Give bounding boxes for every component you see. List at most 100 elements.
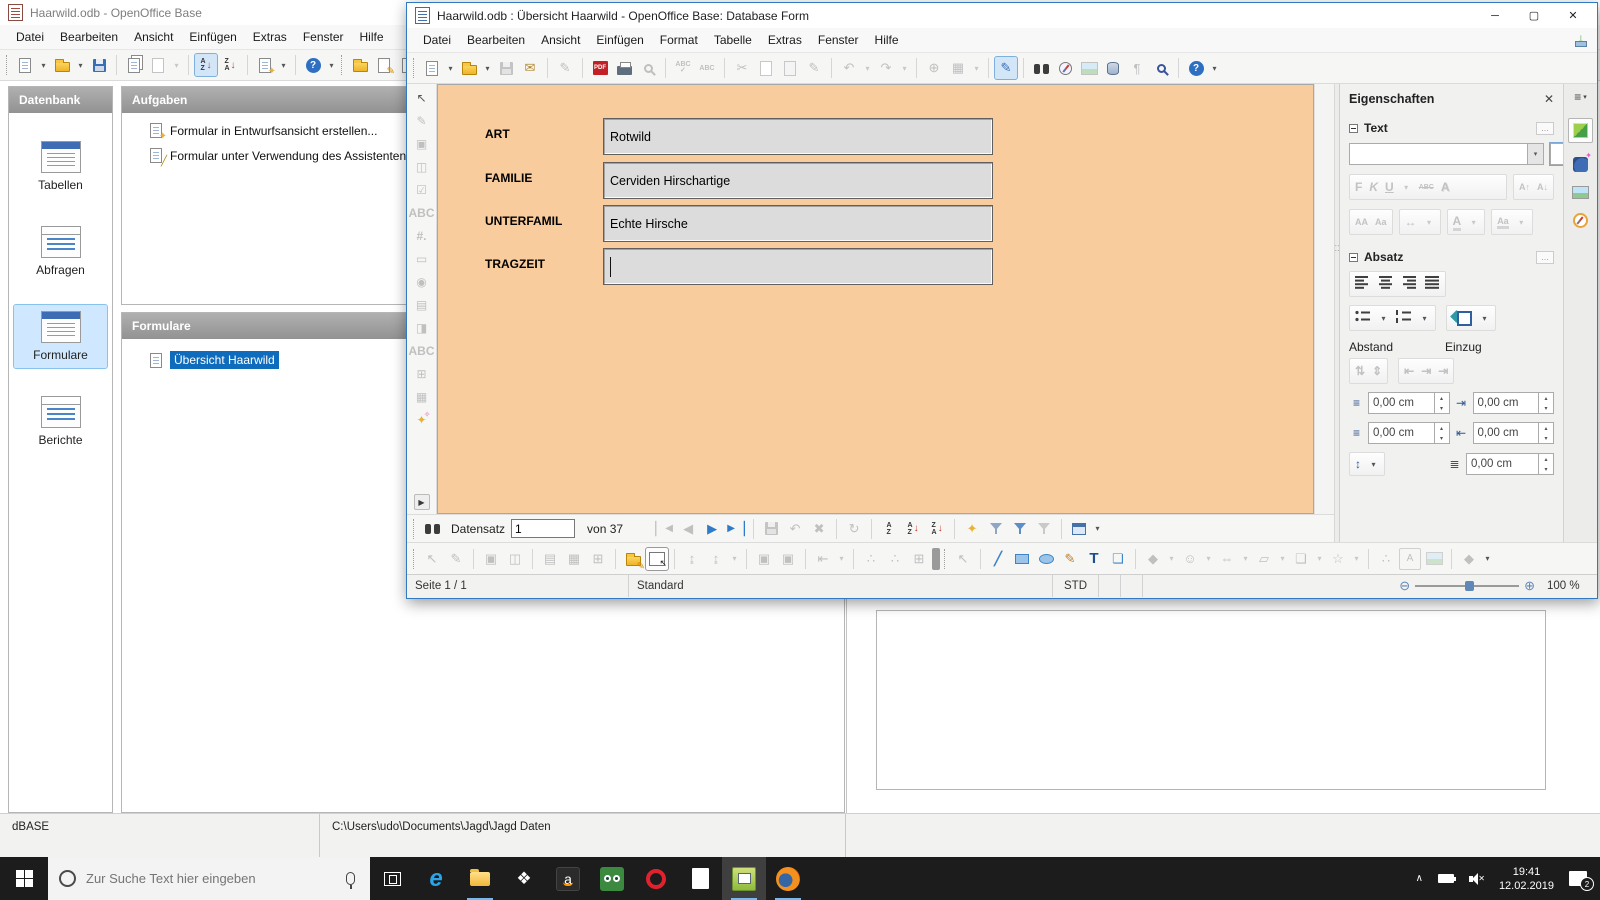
fw-navigator-icon[interactable] <box>1054 57 1076 79</box>
sidebar-menu-icon[interactable]: ≡▾ <box>1574 90 1587 104</box>
form-menu-format[interactable]: Format <box>652 30 706 50</box>
fw-datasources-icon[interactable] <box>1102 57 1124 79</box>
toolbar-dark-handle[interactable] <box>932 548 940 570</box>
open-dropdown[interactable]: ▾ <box>75 54 86 76</box>
toolbar-grip2[interactable] <box>341 55 342 75</box>
properties-close-icon[interactable]: ✕ <box>1544 92 1554 106</box>
below-spacing-spinner[interactable]: 0,00 cm▴▾ <box>1368 422 1450 444</box>
font-size-combobox[interactable]: ▾ <box>1550 143 1563 165</box>
align-right-icon[interactable] <box>1401 276 1417 292</box>
toolbar-scroll-arrow[interactable]: ▶ <box>414 494 430 510</box>
line-spacing-group[interactable]: ↕ ▾ <box>1349 452 1385 476</box>
new-dropdown[interactable]: ▾ <box>38 54 49 76</box>
draw-text-icon[interactable]: T <box>1083 548 1105 570</box>
menu-ansicht[interactable]: Ansicht <box>126 27 181 47</box>
drawbar-grip[interactable] <box>944 549 945 569</box>
form-menu-hilfe[interactable]: Hilfe <box>867 30 907 50</box>
fw-open-dropdown[interactable]: ▾ <box>482 57 493 79</box>
recordbar-grip[interactable] <box>413 519 414 539</box>
fw-email-icon[interactable]: ✉ <box>519 57 541 79</box>
last-record-icon[interactable]: ▶▕ <box>725 518 747 540</box>
sort-dialog-icon[interactable]: AZ <box>878 518 900 540</box>
zoom-slider-thumb[interactable] <box>1465 581 1474 591</box>
sidebar-item-tabellen[interactable]: Tabellen <box>9 135 112 198</box>
text-more-options[interactable]: … <box>1536 122 1554 135</box>
menu-extras[interactable]: Extras <box>245 27 295 47</box>
fw-new-dropdown[interactable]: ▾ <box>445 57 456 79</box>
sort-descending-record-icon[interactable]: ZA↓ <box>926 518 948 540</box>
zoom-out-icon[interactable]: ⊖ <box>1399 578 1410 594</box>
fw-help-icon[interactable]: ? <box>1185 57 1207 79</box>
fw-find-replace-icon[interactable] <box>1030 57 1052 79</box>
tab-properties[interactable] <box>1568 118 1593 143</box>
copy-icon[interactable] <box>123 54 145 76</box>
field-input-art[interactable]: Rotwild <box>603 118 993 155</box>
font-name-input[interactable] <box>1350 144 1527 164</box>
sort-ascending-icon[interactable]: AZ↓ <box>195 54 217 76</box>
save-icon[interactable] <box>88 54 110 76</box>
canvas-vertical-scrollbar[interactable] <box>1314 84 1334 514</box>
align-justify-icon[interactable] <box>1424 276 1440 292</box>
fw-zoom-icon[interactable] <box>1150 57 1172 79</box>
taskbar-app-edge[interactable]: e <box>414 857 458 900</box>
form-menu-bearbeiten[interactable]: Bearbeiten <box>459 30 533 50</box>
bullet-list-icon[interactable] <box>1355 310 1371 326</box>
form-menu-extras[interactable]: Extras <box>760 30 810 50</box>
task-view-button[interactable] <box>370 857 414 900</box>
battery-icon[interactable] <box>1438 874 1454 883</box>
form-menu-datei[interactable]: Datei <box>415 30 459 50</box>
tray-chevron-icon[interactable]: ∧ <box>1416 873 1423 884</box>
new-database-object-icon[interactable] <box>14 54 36 76</box>
help-icon[interactable]: ? <box>302 54 324 76</box>
field-input-unterfamil[interactable]: Echte Hirsche <box>603 205 993 242</box>
taskbar-app-firefox[interactable] <box>766 857 810 900</box>
recordbar-overflow[interactable]: ▾ <box>1092 518 1103 540</box>
menu-bearbeiten[interactable]: Bearbeiten <box>52 27 126 47</box>
form-menu-einfuegen[interactable]: Einfügen <box>588 30 651 50</box>
font-size-input[interactable] <box>1551 144 1563 164</box>
form-canvas[interactable]: ART Rotwild FAMILIE Cerviden Hirschartig… <box>437 84 1314 514</box>
form-menu-tabelle[interactable]: Tabelle <box>706 30 760 50</box>
tab-gallery[interactable] <box>1572 186 1589 199</box>
apply-filter-icon[interactable] <box>985 518 1007 540</box>
taskbar-app-explorer[interactable] <box>458 857 502 900</box>
collapse-text-icon[interactable] <box>1349 124 1358 133</box>
zoom-slider[interactable] <box>1415 585 1519 587</box>
sort-ascending-record-icon[interactable]: AZ↓ <box>902 518 924 540</box>
font-name-combobox[interactable]: ▾ <box>1349 143 1544 165</box>
menu-fenster[interactable]: Fenster <box>295 27 352 47</box>
firstline-indent-spinner[interactable]: 0,00 cm▴▾ <box>1466 453 1554 475</box>
font-name-dropdown[interactable]: ▾ <box>1527 144 1543 164</box>
toolbar-overflow[interactable]: ▾ <box>326 54 337 76</box>
draw-line-icon[interactable]: ╱ <box>987 548 1009 570</box>
minimize-button[interactable]: ─ <box>1479 4 1511 27</box>
start-button[interactable] <box>0 857 48 900</box>
toolbar-grip[interactable] <box>6 55 7 75</box>
sidebar-item-abfragen[interactable]: Abfragen <box>9 220 112 283</box>
sidebar-item-formulare[interactable]: Formulare <box>14 305 107 368</box>
indent-before-spinner[interactable]: 0,00 cm▴▾ <box>1473 392 1555 414</box>
designbar-grip[interactable] <box>413 549 414 569</box>
sidebar-item-berichte[interactable]: Berichte <box>9 390 112 453</box>
zoom-in-icon[interactable]: ⊕ <box>1524 578 1535 594</box>
pagestyle-status[interactable]: Standard <box>629 575 1053 597</box>
fw-open-icon[interactable] <box>458 57 480 79</box>
search-input[interactable] <box>86 871 336 886</box>
taskbar-clock[interactable]: 19:41 12.02.2019 <box>1499 865 1554 893</box>
volume-muted-icon[interactable]: ✕ <box>1469 873 1484 885</box>
new-form-icon[interactable]: ✦ <box>254 54 276 76</box>
field-input-familie[interactable]: Cerviden Hirschartige <box>603 162 993 199</box>
fw-toolbar-grip[interactable] <box>413 58 414 78</box>
taskbar-app-dropbox[interactable]: ❖ <box>502 857 546 900</box>
paragraph-more-options[interactable]: … <box>1536 251 1554 264</box>
insert-mode-status[interactable]: STD <box>1053 575 1099 597</box>
record-number-input[interactable] <box>511 519 575 538</box>
field-input-tragzeit[interactable] <box>603 248 993 285</box>
open-in-design-mode-icon[interactable]: ✎ <box>622 548 644 570</box>
update-download-icon[interactable]: ↓ <box>1573 32 1589 48</box>
autocontrol-focus-icon[interactable] <box>646 548 668 570</box>
fw-toolbar-overflow[interactable]: ▾ <box>1209 57 1220 79</box>
collapse-paragraph-icon[interactable] <box>1349 253 1358 262</box>
maximize-button[interactable]: ▢ <box>1518 4 1550 27</box>
fw-pdf-export-icon[interactable]: PDF <box>589 57 611 79</box>
